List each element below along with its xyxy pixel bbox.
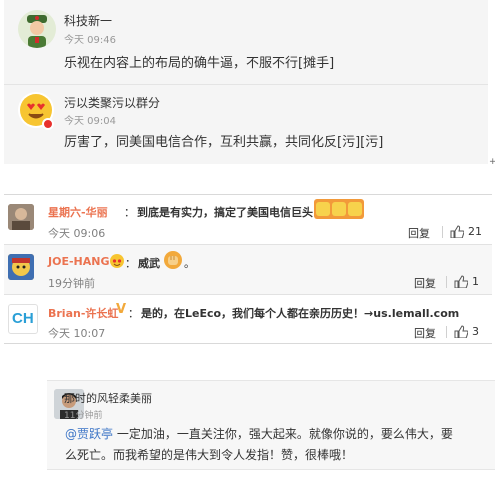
colon: ： — [124, 206, 135, 219]
thumbs-up-icon[interactable] — [454, 325, 468, 338]
divider — [446, 276, 447, 288]
comment-time: 今天 09:04 — [64, 116, 116, 127]
comment-panel-2: 星期六-华丽 ： 到底是有实力，搞定了美国电信巨头 今天 09:06 回复 21 — [4, 194, 492, 344]
reply-button[interactable]: 回复 — [414, 275, 436, 291]
divider — [442, 226, 443, 238]
divider — [4, 84, 488, 85]
thumbs-up-icon[interactable] — [450, 225, 464, 238]
thumbs-up-icon[interactable] — [454, 275, 468, 288]
soldier-avatar-icon[interactable] — [18, 10, 56, 48]
plus-mark-icon: + — [489, 157, 495, 167]
comment-time: 今天 09:46 — [64, 35, 116, 46]
commenter-name[interactable]: JOE-HANG — [48, 255, 109, 268]
comment-text: 厉害了，同美国电信合作，互利共赢，共同化反[污][污] — [64, 135, 384, 150]
comment-text-line-2: 么死亡。而我希望的是伟大到令人发指！赞，很棒哦！ — [65, 448, 354, 462]
cheering-sticker-icon — [314, 199, 364, 219]
mention-link[interactable]: @贾跃亭 — [65, 427, 113, 441]
colon: ： — [125, 257, 136, 270]
commenter-name[interactable]: 污以类聚污以群分 — [64, 94, 160, 111]
divider — [446, 326, 447, 338]
comment-row: CH Brian-许长虹 V ： 是的，在LeEco，我们每个人都在亲历历史！→… — [4, 295, 492, 344]
like-count: 1 — [472, 275, 479, 288]
comment-panel-3: 那时的风轻柔美丽 11分钟前 @贾跃亭 一定加油，一直关注你，强大起来。就像你说… — [47, 380, 495, 470]
like-count: 3 — [472, 325, 479, 338]
comment-text: 威武 — [138, 257, 160, 270]
comment-text-line-1: @贾跃亭 一定加油，一直关注你，强大起来。就像你说的，要么伟大，要 — [65, 427, 453, 441]
verified-v-icon: V — [116, 302, 127, 317]
commenter-name[interactable]: 科技新一 — [64, 12, 112, 29]
comment-time: 今天 09:06 — [48, 227, 106, 240]
comment-row: JOE-HANG ： 威武 。 19分钟前 回复 1 — [4, 245, 492, 294]
heart-eyes-emoji-icon — [110, 254, 124, 268]
comment-text: 到底是有实力，搞定了美国电信巨头 — [137, 206, 313, 219]
commenter-name[interactable]: Brian-许长虹 — [48, 305, 118, 321]
verified-badge-icon — [42, 118, 54, 130]
period-mark: 。 — [184, 257, 195, 270]
comment-panel-1: 科技新一 今天 09:46 乐视在内容上的布局的确牛逼，不服不行[摊手] 污以类… — [4, 0, 488, 164]
comment-row: 星期六-华丽 ： 到底是有实力，搞定了美国电信巨头 今天 09:06 回复 21 — [4, 195, 492, 244]
comment-text: 是的，在LeEco，我们每个人都在亲历历史！→us.lemall.com — [141, 307, 460, 320]
commenter-name[interactable]: 那时的风轻柔美丽 — [64, 390, 152, 406]
commenter-name[interactable]: 星期六-华丽 — [48, 204, 108, 220]
colon: ： — [128, 307, 139, 320]
fist-emoji-icon — [164, 251, 182, 269]
reply-button[interactable]: 回复 — [414, 325, 436, 341]
user-avatar[interactable]: CH — [8, 304, 38, 334]
comment-time: 19分钟前 — [48, 277, 95, 290]
comment-time: 11分钟前 — [64, 411, 103, 421]
comment-time: 今天 10:07 — [48, 327, 106, 340]
user-avatar[interactable] — [8, 254, 34, 280]
reply-button[interactable]: 回复 — [408, 225, 430, 241]
user-avatar[interactable] — [8, 204, 34, 230]
comment-text: 乐视在内容上的布局的确牛逼，不服不行[摊手] — [64, 56, 335, 71]
like-count: 21 — [468, 225, 482, 238]
